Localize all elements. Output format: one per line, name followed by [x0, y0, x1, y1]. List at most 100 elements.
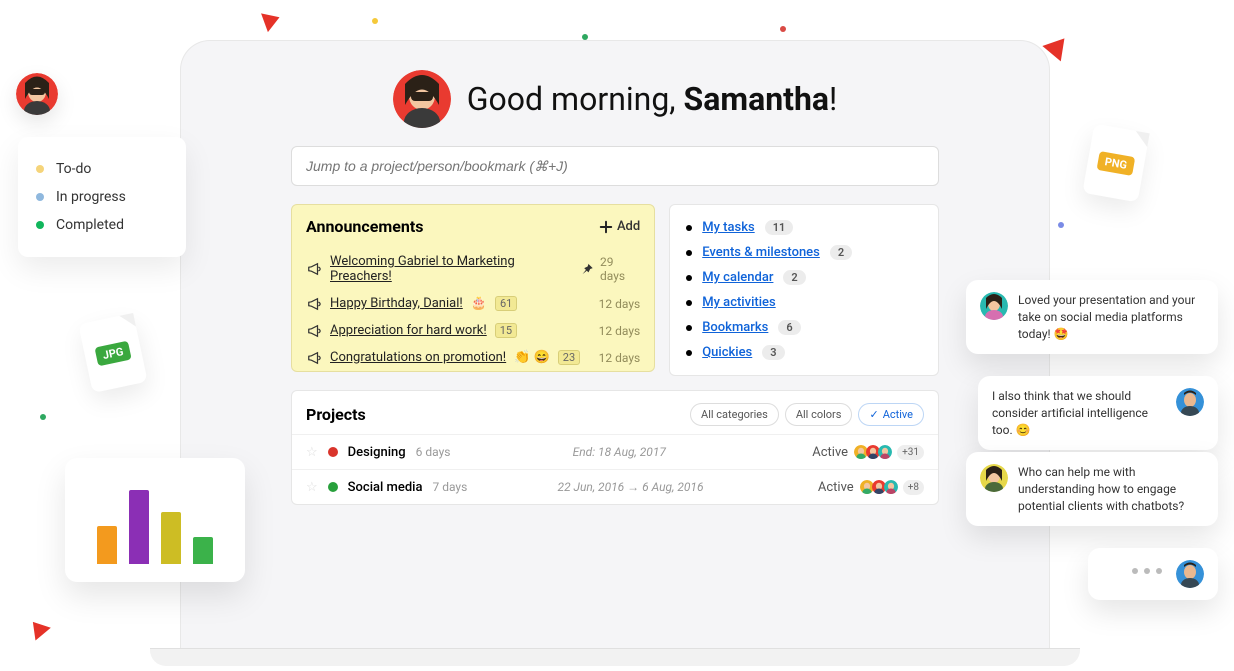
announcement-age: 12 days — [599, 351, 641, 365]
avatar — [980, 464, 1008, 492]
chat-bubble[interactable]: Who can help me with understanding how t… — [966, 452, 1218, 526]
laptop-base — [150, 648, 1080, 666]
announcement-link[interactable]: Appreciation for hard work! — [330, 323, 487, 338]
legend-item: To-do — [36, 155, 168, 183]
confetti-dot — [40, 414, 46, 420]
megaphone-icon — [306, 324, 322, 338]
quicklink-item[interactable]: My calendar 2 — [686, 265, 922, 290]
chat-typing[interactable] — [1088, 548, 1218, 600]
project-members[interactable]: +31 — [858, 443, 924, 461]
bullet-icon — [686, 225, 692, 231]
avatar — [876, 443, 894, 461]
quicklink-link[interactable]: Bookmarks — [702, 320, 768, 335]
chart-bar — [193, 537, 213, 564]
announcement-item[interactable]: Welcoming Gabriel to Marketing Preachers… — [292, 248, 654, 290]
search-input[interactable] — [291, 146, 939, 186]
quicklink-item[interactable]: Bookmarks 6 — [686, 315, 922, 340]
confetti-triangle-icon — [261, 8, 283, 32]
announcement-age: 29 days — [600, 255, 640, 283]
file-badge-png: PNG — [1082, 124, 1149, 203]
quicklink-link[interactable]: My activities — [702, 295, 775, 310]
quicklink-link[interactable]: Events & milestones — [702, 245, 820, 260]
file-tag: JPG — [94, 340, 132, 366]
announcements-card: Announcements Add Welcoming Gabriel to M… — [291, 204, 655, 372]
legend-dot-icon — [36, 221, 44, 229]
project-color-dot — [328, 447, 338, 457]
add-announcement-button[interactable]: Add — [599, 219, 640, 234]
avatar[interactable] — [393, 70, 451, 128]
bullet-icon — [686, 300, 692, 306]
project-dates: End: 18 Aug, 2017 — [460, 445, 778, 459]
floating-avatar[interactable] — [16, 73, 58, 115]
legend-label: To-do — [56, 161, 91, 177]
announcement-link[interactable]: Welcoming Gabriel to Marketing Preachers… — [330, 254, 572, 284]
chat-bubble[interactable]: Loved your presentation and your take on… — [966, 280, 1218, 354]
legend-label: Completed — [56, 217, 124, 233]
quicklink-link[interactable]: Quickies — [702, 345, 752, 360]
count-badge: 2 — [783, 270, 805, 285]
announcement-link[interactable]: Congratulations on promotion! — [330, 350, 506, 365]
quicklink-link[interactable]: My tasks — [702, 220, 754, 235]
project-row[interactable]: ☆ Social media 7 days 22 Jun, 2016 → 6 Aug,… — [292, 469, 938, 504]
quicklink-item[interactable]: My activities — [686, 290, 922, 315]
quicklink-link[interactable]: My calendar — [702, 270, 773, 285]
project-color-dot — [328, 482, 338, 492]
project-dates: 22 Jun, 2016 → 6 Aug, 2016 — [477, 480, 783, 494]
quicklink-item[interactable]: My tasks 11 — [686, 215, 922, 240]
announcement-item[interactable]: Happy Birthday, Danial! 🎂 6112 days — [292, 290, 654, 317]
chart-card — [65, 458, 245, 582]
count-badge: 6 — [778, 320, 800, 335]
file-tag: PNG — [1096, 150, 1135, 175]
legend-dot-icon — [36, 165, 44, 173]
projects-title: Projects — [306, 405, 684, 424]
count-badge: 11 — [765, 220, 794, 235]
project-row[interactable]: ☆Designing6 daysEnd: 18 Aug, 2017Active+… — [292, 434, 938, 469]
megaphone-icon — [306, 351, 322, 365]
announcement-age: 12 days — [599, 324, 641, 338]
emoji: 🎂 — [471, 296, 487, 311]
project-members[interactable]: +8 — [864, 478, 924, 496]
confetti-dot — [1058, 222, 1064, 228]
reaction-count: 23 — [558, 350, 580, 365]
megaphone-icon — [306, 297, 322, 311]
quicklink-item[interactable]: Events & milestones2 — [686, 240, 922, 265]
filter-categories[interactable]: All categories — [690, 403, 779, 426]
project-name: Social media — [348, 480, 423, 495]
star-icon[interactable]: ☆ — [306, 480, 318, 495]
legend-item: Completed — [36, 211, 168, 239]
project-age: 6 days — [416, 445, 451, 459]
announcement-item[interactable]: Appreciation for hard work! 15 12 days — [292, 317, 654, 344]
quicklink-item[interactable]: Quickies3 — [686, 340, 922, 365]
announcement-item[interactable]: Congratulations on promotion! 👏 😄 23 12 d… — [292, 344, 654, 371]
chat-text: I also think that we should consider art… — [992, 388, 1166, 438]
avatar — [882, 478, 900, 496]
confetti-dot — [372, 18, 378, 24]
greeting-name: Samantha — [684, 80, 829, 118]
reaction-count: 61 — [495, 296, 517, 311]
reaction-count: 15 — [495, 323, 517, 338]
greeting-suffix: ! — [829, 80, 837, 118]
quicklinks-card: My tasks11Events & milestones2My calenda… — [669, 204, 939, 376]
megaphone-icon — [306, 262, 322, 276]
legend-dot-icon — [36, 193, 44, 201]
filter-active[interactable]: ✓ Active — [858, 403, 924, 426]
members-more: +8 — [903, 480, 924, 495]
bullet-icon — [686, 350, 692, 356]
star-icon[interactable]: ☆ — [306, 445, 318, 460]
legend-item: In progress — [36, 183, 168, 211]
typing-indicator-icon — [1128, 560, 1166, 582]
emoji: 👏 😄 — [514, 350, 550, 365]
check-icon: ✓ — [869, 408, 878, 421]
greeting: Good morning, Samantha! — [467, 80, 838, 118]
legend-card: To-do In progress Completed — [18, 137, 186, 257]
chat-bubble[interactable]: I also think that we should consider art… — [978, 376, 1218, 450]
project-age: 7 days — [433, 480, 468, 494]
add-label: Add — [617, 219, 640, 234]
greeting-prefix: Good morning, — [467, 80, 684, 118]
filter-colors[interactable]: All colors — [785, 403, 853, 426]
project-status: Active — [788, 445, 848, 460]
confetti-triangle-icon — [25, 615, 51, 640]
members-more: +31 — [897, 445, 924, 460]
announcement-link[interactable]: Happy Birthday, Danial! — [330, 296, 463, 311]
bullet-icon — [686, 325, 692, 331]
